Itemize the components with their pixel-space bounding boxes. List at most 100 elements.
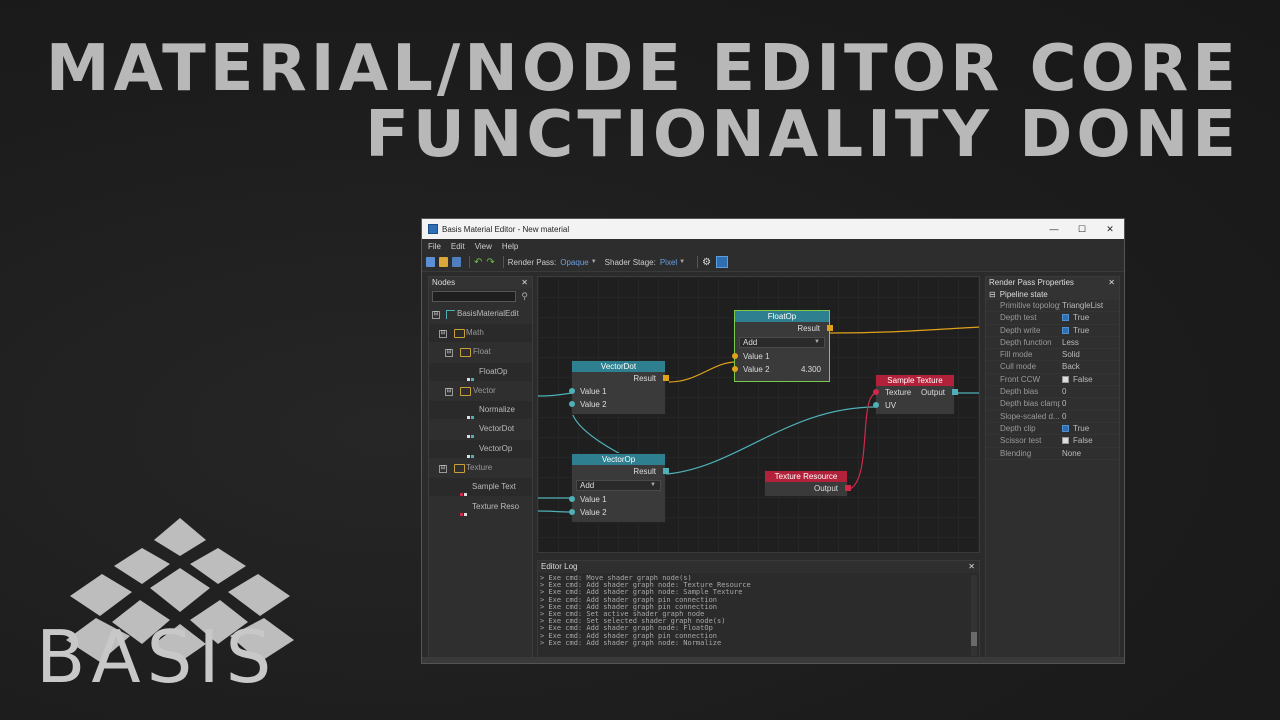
prop-row[interactable]: Slope-scaled d... 0 <box>986 411 1119 423</box>
compile-button[interactable] <box>716 256 729 268</box>
prop-value[interactable]: 0 <box>1062 398 1066 409</box>
render-pass-select[interactable]: Opaque <box>560 258 588 267</box>
prop-row[interactable]: Depth bias 0 <box>986 386 1119 399</box>
prop-row[interactable]: Front CCW False <box>986 374 1119 387</box>
title-bar[interactable]: Basis Material Editor - New material — ☐… <box>422 219 1124 239</box>
menu-edit[interactable]: Edit <box>451 242 465 251</box>
tree-item-floatop[interactable]: FloatOp <box>429 363 532 381</box>
tree-item-vectordot[interactable]: VectorDot <box>429 420 532 438</box>
collapse-icon[interactable]: ⊟ <box>989 290 996 299</box>
output-pin[interactable] <box>663 468 669 474</box>
nodes-search-input[interactable] <box>432 291 516 302</box>
op-dropdown[interactable]: Add ▼ <box>739 337 825 348</box>
tree-item-math[interactable]: ⊟ Math <box>429 324 532 342</box>
close-icon[interactable]: ✕ <box>521 277 528 289</box>
shader-graph-canvas[interactable]: FloatOp Result Add ▼ Value 1 Value 2 4.30… <box>537 276 980 553</box>
prop-value[interactable]: Back <box>1062 361 1080 372</box>
category-pipeline-state[interactable]: ⊟ Pipeline state <box>986 289 1119 300</box>
tree-item-float[interactable]: ⊟ Float <box>429 343 532 361</box>
prop-value[interactable]: True <box>1062 423 1089 434</box>
input-pin[interactable] <box>569 509 575 515</box>
checkbox-unchecked[interactable] <box>1062 375 1069 383</box>
collapse-icon[interactable]: ⊟ <box>445 349 453 357</box>
tree-item-normalize[interactable]: Normalize <box>429 401 532 419</box>
tree-item-sample-texture[interactable]: Sample Text <box>429 478 532 496</box>
prop-row[interactable]: Depth write True <box>986 325 1119 337</box>
open-folder-icon[interactable] <box>439 257 448 267</box>
collapse-icon[interactable]: ⊟ <box>439 330 447 338</box>
input-pin[interactable] <box>873 402 879 408</box>
prop-value[interactable]: True <box>1062 312 1089 323</box>
collapse-icon[interactable]: ⊟ <box>445 388 453 396</box>
scrollbar-thumb[interactable] <box>971 632 977 646</box>
tree-item-texture-resource[interactable]: Texture Reso <box>429 498 532 516</box>
checkbox-checked[interactable] <box>1062 326 1069 334</box>
chevron-down-icon[interactable]: ▼ <box>679 259 685 265</box>
prop-row[interactable]: Depth clip True <box>986 423 1119 436</box>
output-pin[interactable] <box>845 485 851 491</box>
prop-value-text: TriangleList <box>1062 301 1104 310</box>
input-pin[interactable] <box>569 401 575 407</box>
checkbox-unchecked[interactable] <box>1062 437 1069 445</box>
new-file-icon[interactable] <box>426 257 435 267</box>
node-sample-texture[interactable]: Sample Texture Texture Output UV <box>873 374 958 415</box>
shader-stage-select[interactable]: Pixel <box>660 258 677 267</box>
op-dropdown[interactable]: Add ▼ <box>576 480 661 491</box>
prop-row[interactable]: Depth test True <box>986 312 1119 325</box>
input-pin[interactable] <box>569 496 575 502</box>
maximize-button[interactable]: ☐ <box>1068 219 1096 239</box>
prop-row[interactable]: Cull mode Back <box>986 361 1119 374</box>
node-vectorop[interactable]: VectorOp Result Add ▼ Value 1 Value 2 <box>569 453 669 523</box>
prop-value[interactable]: 0 <box>1062 386 1066 397</box>
close-icon[interactable]: ✕ <box>1108 277 1115 289</box>
tree-item-vector[interactable]: ⊟ Vector <box>429 382 532 400</box>
prop-row[interactable]: Depth bias clamp 0 <box>986 398 1119 411</box>
prop-value[interactable]: None <box>1062 448 1081 459</box>
prop-value[interactable]: False <box>1062 435 1093 446</box>
checkbox-checked[interactable] <box>1062 314 1069 322</box>
tree-item-label: Sample Text <box>472 482 516 491</box>
collapse-icon[interactable]: ⊟ <box>439 465 447 473</box>
menu-file[interactable]: File <box>428 242 441 251</box>
prop-row[interactable]: Depth function Less <box>986 337 1119 350</box>
output-pin[interactable] <box>952 389 958 395</box>
prop-row[interactable]: Blending None <box>986 448 1119 460</box>
prop-row[interactable]: Primitive topology TriangleList <box>986 300 1119 313</box>
node-vectordot[interactable]: VectorDot Result Value 1 Value 2 <box>569 360 669 415</box>
input-pin[interactable] <box>732 366 738 372</box>
prop-row[interactable]: Scissor test False <box>986 435 1119 448</box>
output-pin[interactable] <box>663 375 669 381</box>
redo-icon[interactable]: ↷ <box>486 257 494 268</box>
prop-value[interactable]: 0 <box>1062 411 1066 422</box>
tree-item-vectorop[interactable]: VectorOp <box>429 440 532 458</box>
prop-value[interactable]: TriangleList <box>1062 300 1103 311</box>
tree-item-texture[interactable]: ⊟ Texture <box>429 459 532 477</box>
node-floatop[interactable]: FloatOp Result Add ▼ Value 1 Value 2 4.30… <box>732 310 833 382</box>
close-icon[interactable]: ✕ <box>968 561 975 573</box>
prop-value[interactable]: False <box>1062 374 1093 385</box>
gear-icon[interactable]: ⚙ <box>702 257 711 268</box>
collapse-icon[interactable]: ⊟ <box>432 311 440 319</box>
output-pin[interactable] <box>827 325 833 331</box>
menu-view[interactable]: View <box>475 242 492 251</box>
editor-log-title: Editor Log <box>541 562 578 571</box>
value-field[interactable]: 4.300 <box>801 363 821 376</box>
prop-value[interactable]: True <box>1062 325 1089 336</box>
prop-row[interactable]: Fill mode Solid <box>986 349 1119 362</box>
prop-value[interactable]: Solid <box>1062 349 1080 360</box>
log-scrollbar[interactable] <box>971 575 977 656</box>
save-icon[interactable] <box>452 257 461 267</box>
tree-item-root[interactable]: ⊟ BasisMaterialEdit <box>429 305 532 323</box>
input-pin[interactable] <box>732 353 738 359</box>
search-icon[interactable]: ⚲ <box>521 291 528 302</box>
undo-icon[interactable]: ↶ <box>474 257 482 268</box>
input-pin[interactable] <box>873 389 879 395</box>
chevron-down-icon[interactable]: ▼ <box>591 259 597 265</box>
input-pin[interactable] <box>569 388 575 394</box>
prop-value[interactable]: Less <box>1062 337 1079 348</box>
menu-help[interactable]: Help <box>502 242 518 251</box>
close-button[interactable]: ✕ <box>1096 219 1124 239</box>
checkbox-checked[interactable] <box>1062 424 1069 432</box>
minimize-button[interactable]: — <box>1040 219 1068 239</box>
node-texture-resource[interactable]: Texture Resource Output <box>764 470 851 497</box>
